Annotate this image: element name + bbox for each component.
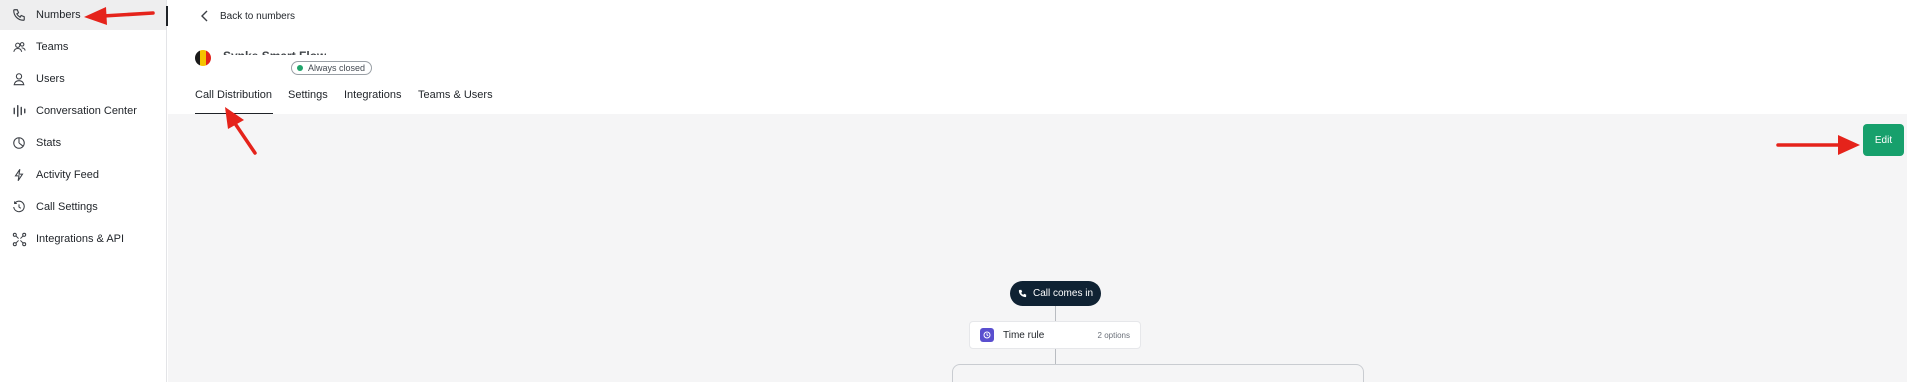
tab-settings[interactable]: Settings [288,88,328,114]
teams-icon [11,39,27,55]
branch-container [952,364,1364,382]
sidebar-item-integrations-api[interactable]: Integrations & API [0,224,166,254]
stats-icon [11,135,27,151]
flow-connector [1055,349,1056,364]
phone-icon [1018,289,1028,299]
lightning-icon [11,167,27,183]
sidebar-item-label: Numbers [36,9,81,21]
sidebar-item-conversation-center[interactable]: Conversation Center [0,96,166,126]
chevron-left-icon [198,9,212,23]
back-link-label: Back to numbers [220,10,296,22]
sidebar-item-stats[interactable]: Stats [0,128,166,158]
active-indicator [166,6,168,26]
sidebar-item-teams[interactable]: Teams [0,32,166,62]
phone-icon [11,7,27,23]
sidebar-item-label: Users [36,73,65,85]
sidebar: Numbers Teams Users Conversation Center … [0,0,168,382]
tab-call-distribution[interactable]: Call Distribution [195,88,273,114]
flag-stripe [205,50,211,66]
sidebar-item-label: Teams [36,41,69,53]
waveform-icon [11,103,27,119]
time-rule-label: Time rule [1003,329,1045,341]
belgium-flag-icon [195,50,211,66]
status-dot [297,65,303,71]
time-rule-options: 2 options [1097,330,1130,340]
sidebar-item-activity-feed[interactable]: Activity Feed [0,160,166,190]
user-icon [11,71,27,87]
tab-teams-users[interactable]: Teams & Users [418,88,493,114]
sidebar-item-numbers[interactable]: Numbers [0,0,168,30]
status-text: Always closed [308,63,366,73]
sidebar-item-label: Conversation Center [36,105,137,117]
sidebar-item-label: Call Settings [36,201,98,213]
sidebar-item-label: Activity Feed [36,169,99,181]
integrations-icon [11,231,27,247]
tab-integrations[interactable]: Integrations [344,88,401,114]
edit-button[interactable]: Edit [1863,124,1904,156]
status-badge: Always closed [291,61,373,75]
sidebar-item-label: Stats [36,137,62,149]
flow-connector [1055,306,1056,321]
number-subtitle [231,66,281,69]
call-settings-icon [11,199,27,215]
sidebar-item-call-settings[interactable]: Call Settings [0,192,166,222]
number-name: Synke Smart Flow [223,46,326,55]
time-rule-node[interactable]: Time rule 2 options [969,321,1141,349]
back-to-numbers-link[interactable]: Back to numbers [198,9,295,23]
clock-icon [980,328,994,342]
call-comes-in-label: Call comes in [1032,288,1094,299]
sidebar-item-label: Integrations & API [36,233,125,245]
sidebar-item-users[interactable]: Users [0,64,166,94]
call-comes-in-node[interactable]: Call comes in [1010,281,1101,306]
